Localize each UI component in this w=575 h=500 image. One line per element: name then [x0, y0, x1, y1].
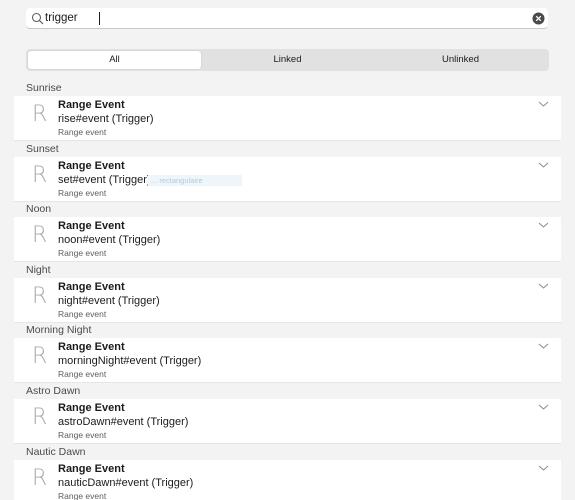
group-header: Nautic Dawn [14, 444, 561, 460]
tab-all[interactable]: All [28, 51, 201, 69]
item-subtitle: Range event [58, 187, 107, 198]
range-type-icon: R [32, 465, 48, 491]
item-expression: night#event (Trigger) [58, 294, 160, 307]
chevron-down-icon[interactable] [538, 221, 549, 229]
chevron-down-icon[interactable] [538, 161, 549, 169]
clear-search-icon[interactable] [532, 12, 545, 25]
chevron-down-icon[interactable] [538, 464, 549, 472]
chevron-down-icon[interactable] [538, 403, 549, 411]
item-expression: astroDawn#event (Trigger) [58, 415, 189, 428]
group-header: Sunrise [14, 81, 561, 96]
result-group: Sunset R Range Event set#event (Trigger)… [14, 141, 561, 203]
group-header: Sunset [14, 141, 561, 157]
result-group: Nautic Dawn R Range Event nauticDawn#eve… [14, 444, 561, 500]
tooltip-ghost: ... rectangulaire [148, 175, 242, 186]
item-subtitle: Range event [58, 248, 107, 259]
item-title: Range Event [58, 341, 125, 354]
group-header: Morning Night [14, 323, 561, 339]
item-subtitle: Range event [58, 127, 107, 137]
range-type-icon: R [32, 283, 48, 309]
result-group: Morning Night R Range Event morningNight… [14, 323, 561, 384]
item-title: Range Event [58, 159, 125, 172]
range-type-icon: R [32, 223, 48, 249]
range-type-icon: R [32, 102, 48, 127]
text-caret [99, 12, 100, 25]
result-group: Sunrise R Range Event rise#event (Trigge… [14, 81, 561, 142]
group-header: Noon [14, 202, 561, 218]
item-subtitle: Range event [58, 429, 107, 440]
chevron-down-icon[interactable] [538, 282, 549, 290]
chevron-down-icon[interactable] [538, 342, 549, 350]
item-subtitle: Range event [58, 308, 107, 319]
search-icon [31, 12, 44, 25]
result-group: Noon R Range Event noon#event (Trigger) … [14, 202, 561, 263]
item-title: Range Event [58, 280, 125, 293]
item-expression: noon#event (Trigger) [58, 234, 161, 247]
results-list: Sunrise R Range Event rise#event (Trigge… [14, 81, 561, 500]
result-group: Night R Range Event night#event (Trigger… [14, 262, 561, 324]
list-item[interactable]: R Range Event noon#event (Trigger) Range… [14, 217, 561, 263]
tab-unlinked[interactable]: Unlinked [374, 51, 547, 69]
range-type-icon: R [32, 344, 48, 370]
group-header: Night [14, 262, 561, 278]
chevron-down-icon[interactable] [538, 100, 549, 108]
item-expression: nauticDawn#event (Trigger) [58, 476, 194, 489]
filter-segmented-control: All Linked Unlinked [26, 49, 549, 71]
group-header: Astro Dawn [14, 383, 561, 399]
item-subtitle: Range event [58, 490, 107, 500]
tab-linked[interactable]: Linked [201, 51, 374, 69]
result-group: Astro Dawn R Range Event astroDawn#event… [14, 383, 561, 445]
item-title: Range Event [58, 401, 125, 414]
list-item[interactable]: R Range Event rise#event (Trigger) Range… [14, 96, 561, 141]
item-expression: set#event (Trigger) [58, 173, 151, 186]
item-title: Range Event [58, 99, 125, 111]
list-item[interactable]: R Range Event morningNight#event (Trigge… [14, 338, 561, 384]
item-subtitle: Range event [58, 369, 107, 380]
item-expression: morningNight#event (Trigger) [58, 355, 202, 368]
list-item[interactable]: R Range Event night#event (Trigger) Rang… [14, 277, 561, 323]
list-item[interactable]: R Range Event set#event (Trigger) Range … [14, 156, 561, 202]
range-type-icon: R [32, 404, 48, 430]
search-box[interactable] [26, 8, 548, 29]
list-item[interactable]: R Range Event astroDawn#event (Trigger) … [14, 398, 561, 444]
item-expression: rise#event (Trigger) [58, 113, 154, 125]
item-title: Range Event [58, 220, 125, 233]
item-title: Range Event [58, 462, 125, 475]
range-type-icon: R [32, 162, 48, 188]
list-item[interactable]: R Range Event nauticDawn#event (Trigger)… [14, 459, 561, 500]
search-input[interactable] [44, 8, 524, 28]
